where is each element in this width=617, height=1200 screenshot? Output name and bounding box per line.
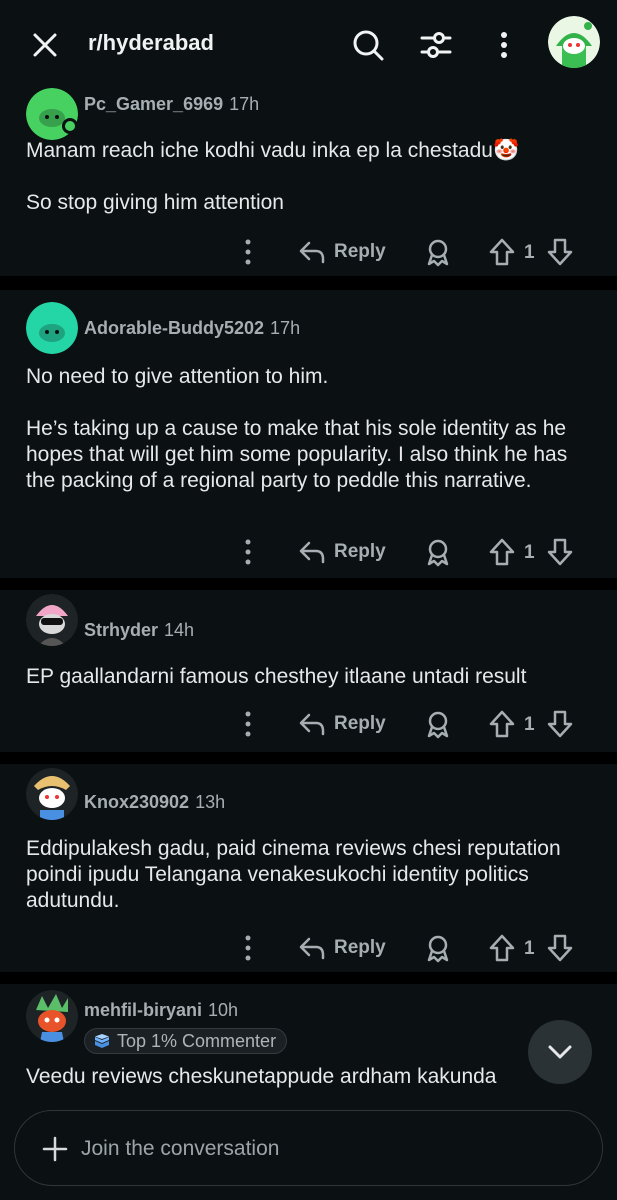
comment-actions: Reply 1 [0, 928, 617, 968]
comment-paragraph: No need to give attention to him. [26, 365, 329, 388]
avatar[interactable] [26, 768, 78, 820]
comment-paragraph: So stop giving him attention [26, 191, 284, 214]
reply-button[interactable]: Reply [298, 708, 386, 740]
username[interactable]: Pc_Gamer_6969 [84, 94, 223, 114]
award-icon[interactable] [424, 536, 452, 568]
composer-placeholder[interactable]: Join the conversation [81, 1137, 279, 1161]
reply-icon [299, 241, 325, 264]
comment-card: Adorable-Buddy5202 17h No need to give at… [0, 290, 617, 578]
award-icon[interactable] [424, 932, 452, 964]
downvote-icon[interactable] [546, 708, 574, 740]
comment-author[interactable]: Adorable-Buddy5202 17h [84, 318, 300, 339]
comment-body: EP gaallandarni famous chesthey itlaane … [26, 664, 586, 690]
downvote-icon[interactable] [546, 236, 574, 268]
comment-body: Manam reach iche kodhi vadu inka ep la c… [26, 138, 586, 216]
comment-card: Knox230902 13h Eddipulakesh gadu, paid ci… [0, 764, 617, 972]
comment-actions: Reply 1 [0, 532, 617, 572]
reply-label: Reply [334, 241, 386, 262]
more-vertical-icon[interactable] [236, 236, 260, 268]
more-vertical-icon[interactable] [236, 932, 260, 964]
avatar[interactable] [26, 594, 78, 646]
online-indicator [62, 118, 78, 134]
reply-icon [299, 713, 325, 736]
comment-card: Pc_Gamer_6969 17h Manam reach iche kodhi … [0, 88, 617, 276]
username[interactable]: mehfil-biryani [84, 1000, 202, 1020]
badge-label: Top 1% Commenter [117, 1030, 277, 1051]
award-icon[interactable] [424, 236, 452, 268]
more-vertical-icon[interactable] [236, 536, 260, 568]
comment-author[interactable]: Pc_Gamer_6969 17h [84, 94, 259, 115]
downvote-icon[interactable] [546, 932, 574, 964]
award-icon[interactable] [424, 708, 452, 740]
comment-card: Strhyder 14h EP gaallandarni famous chest… [0, 590, 617, 752]
comment-paragraph: Veedu reviews cheskunetappude ardham kak… [26, 1065, 497, 1088]
reply-label: Reply [334, 937, 386, 958]
plus-icon[interactable] [41, 1135, 69, 1163]
comment-author[interactable]: Knox230902 13h [84, 792, 225, 813]
top-bar: r/hyderabad [0, 0, 617, 88]
username[interactable]: Strhyder [84, 620, 158, 640]
vote-count: 1 [524, 938, 535, 959]
comment-body: Eddipulakesh gadu, paid cinema reviews c… [26, 836, 586, 914]
reply-button[interactable]: Reply [298, 932, 386, 964]
comment-paragraph: EP gaallandarni famous chesthey itlaane … [26, 665, 527, 688]
more-vertical-icon[interactable] [490, 27, 518, 63]
upvote-icon[interactable] [488, 708, 516, 740]
reply-label: Reply [334, 713, 386, 734]
search-icon[interactable] [350, 27, 386, 63]
next-comment-button[interactable] [528, 1020, 592, 1084]
comment-paragraph: Manam reach iche kodhi vadu inka ep la c… [26, 139, 520, 162]
comment-body: No need to give attention to him. He’s t… [26, 364, 586, 494]
reply-label: Reply [334, 541, 386, 562]
subreddit-title[interactable]: r/hyderabad [88, 30, 214, 56]
avatar[interactable] [26, 302, 78, 354]
username[interactable]: Knox230902 [84, 792, 189, 812]
reply-icon [299, 937, 325, 960]
reply-icon [299, 541, 325, 564]
upvote-icon[interactable] [488, 932, 516, 964]
reply-button[interactable]: Reply [298, 236, 386, 268]
vote-count: 1 [524, 242, 535, 263]
comment-author[interactable]: Strhyder 14h [84, 620, 194, 641]
comment-time: 13h [195, 792, 226, 812]
comment-time: 10h [208, 1000, 239, 1020]
upvote-icon[interactable] [488, 536, 516, 568]
close-icon[interactable] [30, 30, 60, 60]
avatar[interactable] [26, 990, 78, 1042]
reply-button[interactable]: Reply [298, 536, 386, 568]
comment-paragraph: Eddipulakesh gadu, paid cinema reviews c… [26, 837, 561, 912]
comment-actions: Reply 1 [0, 704, 617, 744]
comment-composer[interactable]: Join the conversation [14, 1110, 603, 1186]
comment-body: Veedu reviews cheskunetappude ardham kak… [26, 1064, 586, 1094]
vote-count: 1 [524, 714, 535, 735]
chevron-down-icon [548, 1045, 572, 1059]
comment-time: 17h [270, 318, 301, 338]
upvote-icon[interactable] [488, 236, 516, 268]
comment-time: 14h [164, 620, 195, 640]
top-commenter-icon [95, 1034, 109, 1048]
downvote-icon[interactable] [546, 536, 574, 568]
comment-time: 17h [229, 94, 260, 114]
more-vertical-icon[interactable] [236, 708, 260, 740]
comment-author[interactable]: mehfil-biryani 10h [84, 1000, 238, 1021]
user-avatar[interactable] [548, 16, 600, 68]
comment-paragraph: He’s taking up a cause to make that his … [26, 417, 568, 492]
vote-count: 1 [524, 542, 535, 563]
commenter-badge[interactable]: Top 1% Commenter [84, 1028, 288, 1054]
filter-icon[interactable] [418, 27, 454, 63]
username[interactable]: Adorable-Buddy5202 [84, 318, 264, 338]
comment-actions: Reply 1 [0, 232, 617, 272]
